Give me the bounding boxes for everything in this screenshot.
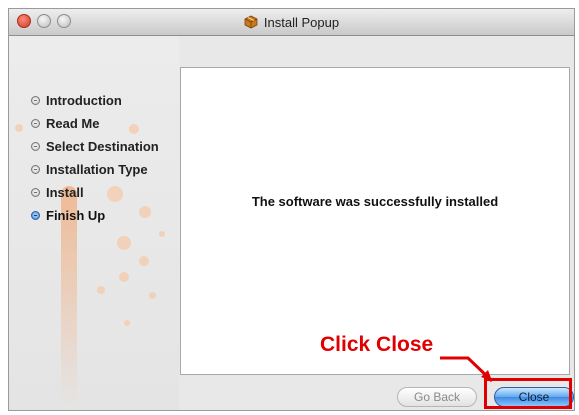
step-label: Select Destination (46, 139, 159, 154)
decorative-dot (97, 286, 105, 294)
decorative-dot (124, 320, 130, 326)
annotation-label: Click Close (320, 333, 434, 356)
step-finish-up: Finish Up (31, 204, 159, 227)
annotation-highlight-box (484, 378, 572, 409)
decorative-dot (117, 236, 131, 250)
decorative-dot (139, 256, 149, 266)
step-label: Introduction (46, 93, 122, 108)
step-bullet-icon (31, 142, 40, 151)
decorative-dot (119, 272, 129, 282)
step-label: Installation Type (46, 162, 148, 177)
step-current-bullet-icon (31, 211, 40, 220)
step-introduction: Introduction (31, 89, 159, 112)
success-message: The software was successfully installed (251, 194, 499, 209)
decorative-dot (149, 292, 156, 299)
installer-window: Install Popup Introduction Read Me Selec… (8, 8, 575, 411)
content-panel: The software was successfully installed (180, 67, 570, 375)
decorative-dot (15, 124, 23, 132)
step-read-me: Read Me (31, 112, 159, 135)
package-icon (244, 15, 258, 29)
title-bar[interactable]: Install Popup (9, 9, 574, 36)
step-bullet-icon (31, 96, 40, 105)
decorative-dot (159, 231, 165, 237)
step-select-destination: Select Destination (31, 135, 159, 158)
step-bullet-icon (31, 165, 40, 174)
go-back-button[interactable]: Go Back (397, 387, 477, 407)
window-title: Install Popup (263, 14, 340, 30)
step-bullet-icon (31, 119, 40, 128)
step-label: Read Me (46, 116, 100, 131)
step-installation-type: Installation Type (31, 158, 159, 181)
step-label: Install (46, 185, 84, 200)
installer-steps-list: Introduction Read Me Select Destination … (31, 89, 159, 227)
window-title-group: Install Popup (9, 9, 574, 35)
step-install: Install (31, 181, 159, 204)
step-bullet-icon (31, 188, 40, 197)
step-label: Finish Up (46, 208, 106, 223)
